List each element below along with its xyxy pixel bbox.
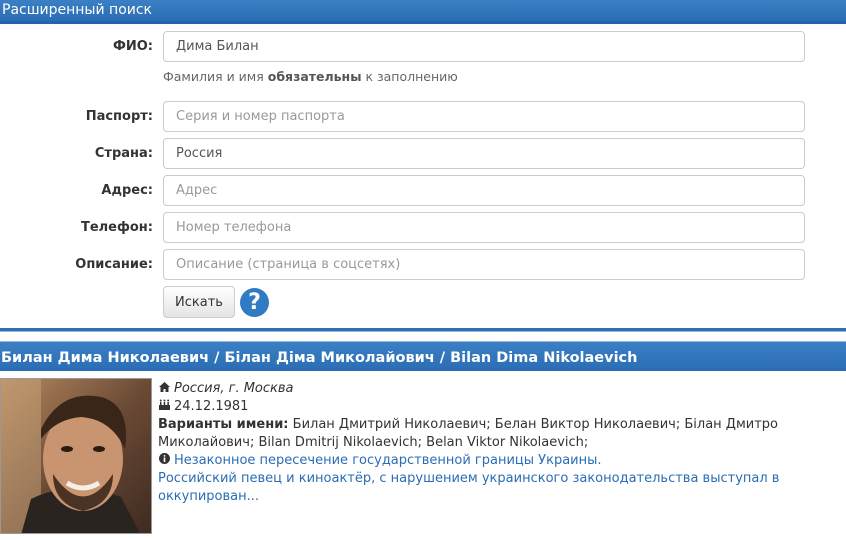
country-input[interactable]	[163, 138, 805, 169]
birthdate-text: 24.12.1981	[174, 399, 249, 414]
home-icon	[158, 380, 171, 398]
passport-input[interactable]	[163, 101, 805, 132]
fio-row: ФИО:	[0, 31, 846, 62]
birthday-cake-icon	[158, 398, 171, 416]
section-divider	[0, 328, 846, 332]
result-title[interactable]: Билан Дима Николаевич / Білан Діма Микол…	[0, 341, 846, 371]
passport-row: Паспорт:	[0, 101, 846, 132]
phone-row: Телефон:	[0, 212, 846, 243]
advanced-search-header: Расширенный поиск	[0, 0, 846, 24]
fio-input[interactable]	[163, 31, 805, 62]
help-question-icon[interactable]: ?	[240, 288, 269, 317]
country-label: Страна:	[94, 146, 153, 161]
portrait-image	[1, 379, 151, 533]
address-input[interactable]	[163, 175, 805, 206]
address-row: Адрес:	[0, 175, 846, 206]
country-row: Страна:	[0, 138, 846, 169]
location-text: Россия, г. Москва	[174, 381, 294, 396]
name-variants: Варианты имени: Билан Дмитрий Николаевич…	[158, 416, 808, 452]
phone-label: Телефон:	[80, 220, 153, 235]
phone-input[interactable]	[163, 212, 805, 243]
search-button[interactable]: Искать	[163, 286, 235, 318]
info-circle-icon	[158, 452, 171, 470]
violation-link[interactable]: Незаконное пересечение государственной г…	[174, 453, 602, 468]
fio-label: ФИО:	[112, 39, 153, 54]
fio-help-text: Фамилия и имя обязательны к заполнению	[163, 69, 458, 84]
birthdate-line: 24.12.1981	[158, 398, 808, 416]
description-input[interactable]	[163, 249, 805, 280]
violation-line: Незаконное пересечение государственной г…	[158, 452, 808, 470]
description-link[interactable]: Российский певец и киноактёр, с нарушени…	[158, 470, 808, 506]
person-photo[interactable]	[0, 378, 152, 534]
variants-label: Варианты имени:	[158, 417, 289, 432]
result-details: Россия, г. Москва 24.12.1981 Варианты им…	[158, 380, 808, 506]
location-line: Россия, г. Москва	[158, 380, 808, 398]
address-label: Адрес:	[101, 183, 153, 198]
passport-label: Паспорт:	[85, 109, 153, 124]
description-row: Описание:	[0, 249, 846, 280]
description-label: Описание:	[75, 257, 153, 272]
